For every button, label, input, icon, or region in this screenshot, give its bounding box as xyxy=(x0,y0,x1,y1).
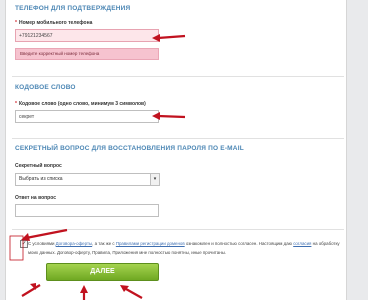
annotation-arrowhead-icon xyxy=(152,112,160,120)
annotation-arrow-icon xyxy=(157,114,186,119)
annotation-arrow-icon xyxy=(157,34,186,40)
annotation-arrow-icon xyxy=(25,228,68,240)
annotation-arrowhead-icon xyxy=(80,285,88,293)
annotation-arrow-icon xyxy=(125,288,143,299)
annotation-arrow-icon xyxy=(21,284,41,297)
annotation-arrowhead-icon xyxy=(152,34,160,42)
annotation-arrowhead-icon xyxy=(21,233,30,241)
annotation-overlay xyxy=(9,34,186,300)
annotation-highlight xyxy=(9,235,24,261)
